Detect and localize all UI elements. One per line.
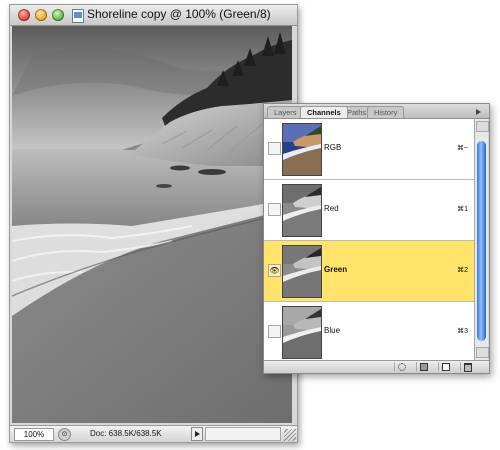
scroll-up-button[interactable] [476, 121, 489, 132]
document-title: Shoreline copy @ 100% (Green/8) [87, 7, 271, 21]
horizontal-scrollbar[interactable] [205, 427, 281, 441]
channel-thumbnail-rgb [282, 123, 322, 176]
minimize-button[interactable] [35, 9, 47, 21]
tab-channels[interactable]: Channels [300, 106, 348, 118]
channel-name: Red [324, 204, 339, 213]
vertical-scrollbar[interactable] [474, 119, 489, 360]
channel-thumbnail-green [282, 245, 322, 298]
shoreline-photo [12, 26, 292, 423]
panel-menu-icon[interactable] [475, 106, 485, 116]
image-canvas[interactable] [12, 26, 292, 423]
channel-name: Green [324, 265, 348, 274]
channel-shortcut: ⌘2 [457, 267, 468, 274]
visibility-toggle[interactable] [268, 203, 281, 216]
channel-shortcut: ⌘3 [457, 328, 468, 335]
panel-tab-bar: Layers Channels Paths History [264, 104, 489, 119]
channels-panel: Layers Channels Paths History RGB ⌘~ Red… [263, 103, 490, 374]
tab-layers[interactable]: Layers [267, 106, 304, 118]
visibility-toggle[interactable] [268, 142, 281, 155]
tab-history[interactable]: History [367, 106, 405, 118]
visibility-toggle[interactable] [268, 325, 281, 338]
channel-shortcut: ⌘1 [457, 206, 468, 213]
document-size-readout: Doc: 638.5K/638.5K [90, 429, 162, 438]
channel-row-red[interactable]: Red ⌘1 [264, 180, 474, 241]
channel-row-rgb[interactable]: RGB ⌘~ [264, 119, 474, 180]
scroll-down-button[interactable] [476, 347, 489, 358]
channel-shortcut: ⌘~ [456, 145, 468, 152]
eye-icon: 👁 [269, 266, 280, 275]
document-proxy-icon[interactable] [72, 9, 84, 23]
status-info-icon[interactable]: ⊙ [58, 428, 71, 441]
channel-name: RGB [324, 143, 342, 152]
status-menu-arrow-icon[interactable] [191, 427, 203, 441]
document-status-bar: 100% ⊙ Doc: 638.5K/638.5K [10, 425, 297, 442]
channel-row-blue[interactable]: Blue ⌘3 [264, 302, 474, 360]
visibility-toggle[interactable]: 👁 [268, 264, 281, 277]
close-button[interactable] [18, 9, 30, 21]
channel-name: Blue [324, 326, 341, 335]
channel-thumbnail-red [282, 184, 322, 237]
channel-thumbnail-blue [282, 306, 322, 359]
new-channel-icon[interactable] [438, 362, 451, 371]
load-channel-as-selection-icon[interactable] [394, 362, 407, 371]
resize-grip-icon[interactable] [284, 429, 296, 441]
panel-footer [264, 360, 489, 373]
zoom-button[interactable] [52, 9, 64, 21]
document-titlebar[interactable]: Shoreline copy @ 100% (Green/8) [10, 5, 297, 26]
zoom-level-field[interactable]: 100% [14, 428, 54, 441]
channel-list: RGB ⌘~ Red ⌘1 👁 Green ⌘2 Blue ⌘3 [264, 119, 474, 360]
delete-channel-icon[interactable] [460, 362, 473, 372]
scrollbar-thumb[interactable] [477, 141, 486, 341]
channel-row-green[interactable]: 👁 Green ⌘2 [264, 241, 474, 302]
save-selection-as-channel-icon[interactable] [416, 362, 429, 371]
document-window: Shoreline copy @ 100% (Green/8) 100% ⊙ D… [9, 4, 298, 443]
